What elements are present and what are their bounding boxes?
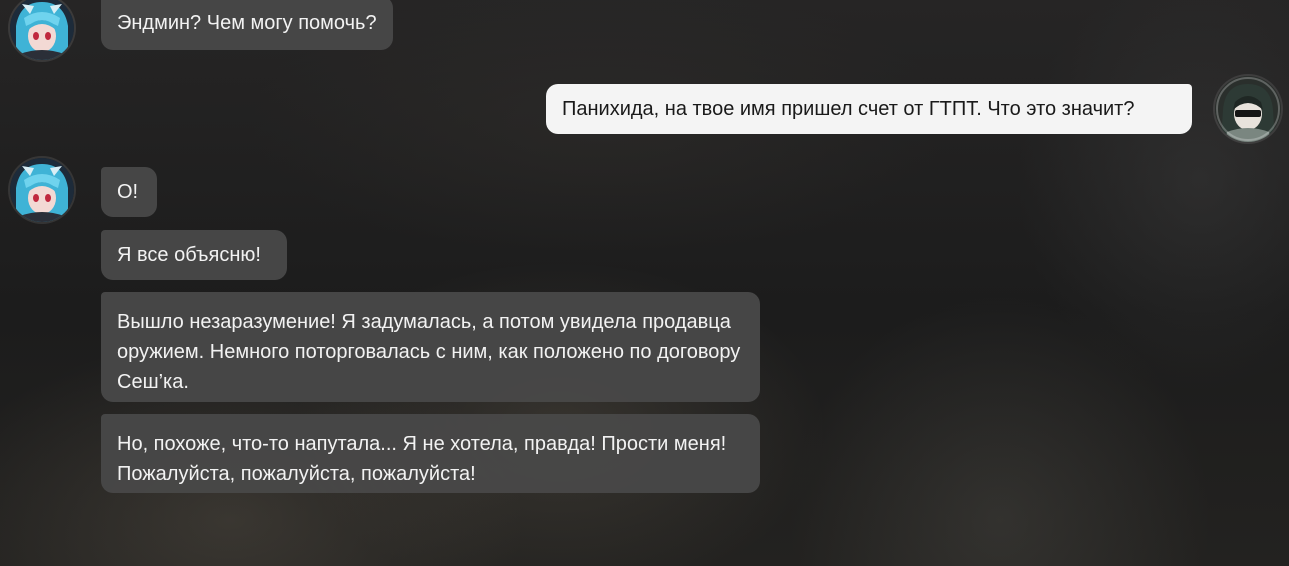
message-bubble-bot: Я все объясню! bbox=[101, 230, 287, 280]
character-avatar-icon bbox=[10, 0, 74, 60]
message-text: Вышло незаразумение! Я задумалась, а пот… bbox=[117, 311, 741, 393]
chat-log: Эндмин? Чем могу помочь? Панихида, на тв… bbox=[0, 0, 1289, 566]
message-text: Но, похоже, что-то напутала... Я не хоте… bbox=[117, 433, 727, 485]
message-bubble-bot: Вышло незаразумение! Я задумалась, а пот… bbox=[101, 292, 760, 402]
message-text: Эндмин? Чем могу помочь? bbox=[117, 12, 377, 34]
message-bubble-bot: Эндмин? Чем могу помочь? bbox=[101, 0, 393, 50]
character-avatar-icon bbox=[10, 158, 74, 222]
message-bubble-bot: Но, похоже, что-то напутала... Я не хоте… bbox=[101, 414, 760, 493]
message-bubble-bot: О! bbox=[101, 167, 157, 217]
message-text: Панихида, на твое имя пришел счет от ГТП… bbox=[562, 98, 1135, 120]
message-text: О! bbox=[117, 181, 139, 203]
message-text: Я все объясню! bbox=[117, 244, 261, 266]
message-bubble-user: Панихида, на твое имя пришел счет от ГТП… bbox=[546, 84, 1192, 134]
player-avatar-icon bbox=[1215, 76, 1281, 142]
